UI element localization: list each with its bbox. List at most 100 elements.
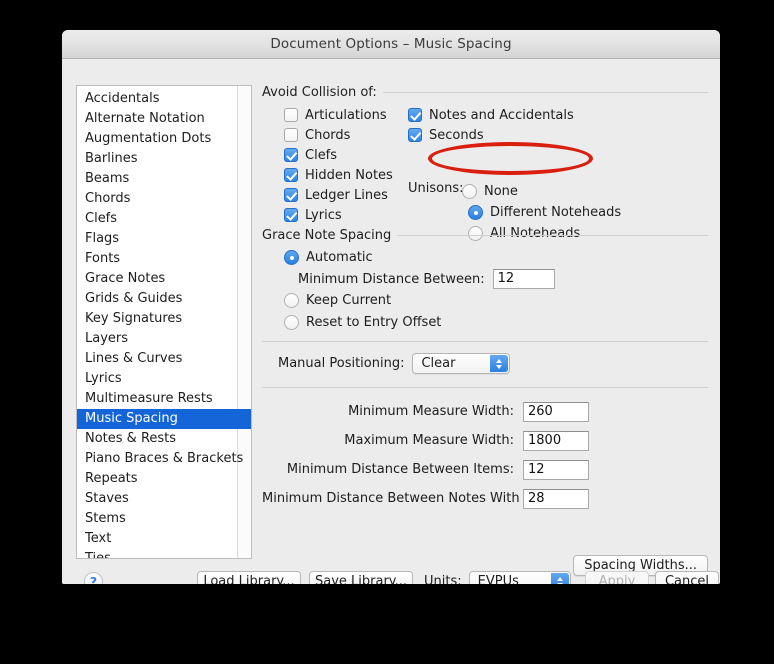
field-input-minimum-measure-width[interactable] [523,402,589,422]
checkbox-seconds[interactable]: Seconds [408,125,574,145]
field-label: Maximum Measure Width: [262,433,514,448]
screen: Document Options – Music Spacing Acciden… [0,0,774,664]
field-input-minimum-distance-between-notes-with-ties[interactable] [523,489,589,509]
sidebar-item-label: Lines & Curves [85,351,182,366]
radio-indicator-reset-to-entry-offset[interactable] [284,315,299,330]
window-titlebar[interactable]: Document Options – Music Spacing [62,30,720,59]
sidebar-item-label: Chords [85,191,130,206]
checkbox-lyrics[interactable]: Lyrics [284,205,393,225]
radio-indicator[interactable] [462,184,477,199]
checkbox-hidden-notes[interactable]: Hidden Notes [284,165,393,185]
checkbox-indicator[interactable] [284,108,298,122]
avoid-collision-right-column: Notes and Accidentals Seconds [408,105,574,145]
cancel-button[interactable]: Cancel [655,571,719,584]
sidebar-item-label: Flags [85,231,119,246]
sidebar-item-fonts[interactable]: Fonts [77,249,251,269]
radio-indicator-keep-current[interactable] [284,293,299,308]
sidebar-item-multimeasure-rests[interactable]: Multimeasure Rests [77,389,251,409]
sidebar-item-chords[interactable]: Chords [77,189,251,209]
field-row: Maximum Measure Width: [262,426,708,455]
apply-button: Apply [585,571,649,584]
field-input-minimum-distance-between-items[interactable] [523,460,589,480]
checkbox-label: Seconds [429,128,484,143]
checkbox-indicator[interactable] [284,168,298,182]
checkbox-label: Ledger Lines [305,188,388,203]
sidebar-item-augmentation-dots[interactable]: Augmentation Dots [77,129,251,149]
sidebar-item-label: Repeats [85,471,138,486]
stepper-arrows-icon[interactable] [490,355,508,372]
sidebar-item-label: Lyrics [85,371,122,386]
save-library-button[interactable]: Save Library... [309,571,413,584]
sidebar-item-clefs[interactable]: Clefs [77,209,251,229]
grace-radio-reset-label: Reset to Entry Offset [306,315,441,330]
sidebar-item-notes-rests[interactable]: Notes & Rests [77,429,251,449]
sidebar-item-text[interactable]: Text [77,529,251,549]
sidebar-item-lines-curves[interactable]: Lines & Curves [77,349,251,369]
sidebar-item-key-signatures[interactable]: Key Signatures [77,309,251,329]
field-label: Minimum Distance Between Items: [262,462,514,477]
sidebar-item-alternate-notation[interactable]: Alternate Notation [77,109,251,129]
field-row: Minimum Distance Between Notes With Ties… [262,484,708,513]
checkbox-label: Lyrics [305,208,342,223]
checkbox-indicator[interactable] [284,148,298,162]
radio-indicator-automatic[interactable] [284,250,299,265]
field-label: Minimum Measure Width: [262,404,514,419]
sidebar-item-barlines[interactable]: Barlines [77,149,251,169]
checkbox-indicator[interactable] [408,108,422,122]
sidebar-item-lyrics[interactable]: Lyrics [77,369,251,389]
sidebar-item-grace-notes[interactable]: Grace Notes [77,269,251,289]
sidebar-item-layers[interactable]: Layers [77,329,251,349]
checkbox-clefs[interactable]: Clefs [284,145,393,165]
grace-radio-automatic[interactable]: Automatic [284,250,373,265]
sidebar-item-ties[interactable]: Ties [77,549,251,559]
grace-radio-reset-to-entry-offset[interactable]: Reset to Entry Offset [284,315,441,330]
window-title: Document Options – Music Spacing [270,36,511,52]
field-input-maximum-measure-width[interactable] [523,431,589,451]
sidebar-item-label: Beams [85,171,129,186]
category-list[interactable]: Accidentals Alternate Notation Augmentatio… [76,85,252,559]
grace-radio-keep-current-label: Keep Current [306,293,391,308]
radio-none[interactable]: None [462,181,621,202]
sidebar-item-label: Barlines [85,151,137,166]
stepper-arrows-icon[interactable] [551,573,569,584]
sidebar-item-stems[interactable]: Stems [77,509,251,529]
avoid-collision-group-header: Avoid Collision of: [262,85,708,100]
sidebar-item-piano-braces-brackets[interactable]: Piano Braces & Brackets [77,449,251,469]
grace-radio-keep-current[interactable]: Keep Current [284,293,391,308]
radio-different-noteheads[interactable]: Different Noteheads [468,202,621,223]
checkbox-indicator[interactable] [284,188,298,202]
sidebar-item-repeats[interactable]: Repeats [77,469,251,489]
sidebar-item-label: Fonts [85,251,120,266]
checkbox-indicator[interactable] [284,208,298,222]
radio-indicator[interactable] [468,205,483,220]
grace-note-spacing-group-header: Grace Note Spacing [262,228,708,243]
checkbox-indicator[interactable] [408,128,422,142]
units-select[interactable]: EVPUs [469,571,571,584]
field-row: Minimum Measure Width: [262,397,708,426]
sidebar-item-grids-guides[interactable]: Grids & Guides [77,289,251,309]
checkbox-ledger-lines[interactable]: Ledger Lines [284,185,393,205]
document-options-window: Document Options – Music Spacing Acciden… [62,30,720,584]
sidebar-item-label: Stems [85,511,126,526]
sidebar-item-flags[interactable]: Flags [77,229,251,249]
checkbox-chords[interactable]: Chords [284,125,393,145]
help-button[interactable]: ? [84,572,103,584]
sidebar-item-beams[interactable]: Beams [77,169,251,189]
sidebar-item-label: Alternate Notation [85,111,205,126]
load-library-button[interactable]: Load Library... [197,571,301,584]
sidebar-item-music-spacing[interactable]: Music Spacing [77,409,251,429]
sidebar-item-label: Grids & Guides [85,291,182,306]
checkbox-indicator[interactable] [284,128,298,142]
sidebar-item-staves[interactable]: Staves [77,489,251,509]
checkbox-notes-and-accidentals[interactable]: Notes and Accidentals [408,105,574,125]
minimum-distance-between-input[interactable] [493,269,555,289]
units-label: Units: [424,574,462,584]
sidebar-item-label: Notes & Rests [85,431,176,446]
checkbox-articulations[interactable]: Articulations [284,105,393,125]
footer-bar: ? Load Library... Save Library... Units:… [76,569,708,584]
manual-positioning-row: Manual Positioning: Clear [278,353,510,374]
separator-1 [262,341,708,342]
dialog-body: Accidentals Alternate Notation Augmentatio… [62,59,720,584]
sidebar-item-accidentals[interactable]: Accidentals [77,89,251,109]
manual-positioning-select[interactable]: Clear [412,353,510,374]
